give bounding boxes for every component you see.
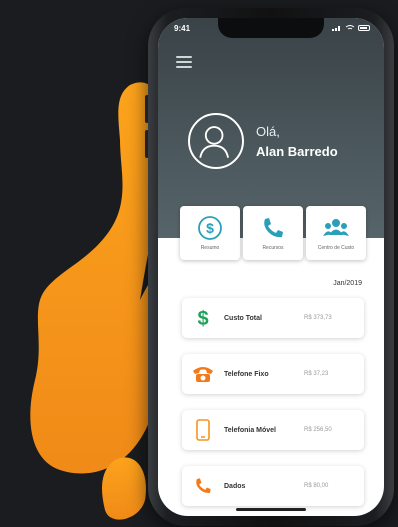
phone-handset-icon [196,478,211,493]
card-label: Telefonia Móvel [224,426,276,434]
phone-device: 9:41 Olá, Alan Barredo $ Resumo Recursos… [148,8,394,526]
phone-icon [264,218,283,238]
landline-phone-icon [193,367,213,382]
mobile-phone-icon [196,419,210,441]
card-value: R$ 37,23 [304,371,329,377]
user-silhouette-icon [199,126,229,158]
svg-text:$: $ [206,220,214,236]
centro-de-custo-button[interactable]: Centro de Custo [306,206,366,260]
recursos-label: Recursos [262,245,284,251]
svg-text:$: $ [197,308,208,328]
dollar-circle-icon: $ [198,216,222,240]
users-group-icon [323,219,349,236]
card-telefonia-movel[interactable]: Telefonia Móvel R$ 256,50 [182,410,364,450]
centro-de-custo-label: Centro de Custo [317,245,355,251]
user-name: Alan Barredo [256,144,338,159]
home-indicator[interactable] [236,508,306,511]
card-value: R$ 373,73 [304,315,332,321]
resumo-label: Resumo [200,245,220,251]
card-label: Custo Total [224,314,262,322]
resumo-button[interactable]: $ Resumo [180,206,240,260]
phone-notch [218,18,324,38]
recursos-button[interactable]: Recursos [243,206,303,260]
quick-actions: $ Resumo Recursos Centro de Custo [180,206,366,260]
card-telefone-fixo[interactable]: Telefone Fixo R$ 37,23 [182,354,364,394]
status-icons [332,25,370,31]
card-custo-total[interactable]: $ Custo Total R$ 373,73 [182,298,364,338]
card-value: R$ 80,00 [304,483,329,489]
wifi-icon [345,25,355,30]
avatar[interactable] [188,113,244,169]
status-time: 9:41 [174,24,191,33]
battery-icon [358,25,370,31]
app-screen: 9:41 Olá, Alan Barredo $ Resumo Recursos… [158,18,384,516]
greeting-text: Olá, [256,124,280,139]
hamburger-menu-icon[interactable] [176,56,192,68]
signal-icon [332,26,340,31]
card-label: Telefone Fixo [224,370,269,378]
cost-cards: $ Custo Total R$ 373,73 Telefone Fixo R$… [182,298,364,516]
period-selector[interactable]: Jan/2019 [333,280,362,287]
dollar-sign-icon: $ [197,308,208,328]
card-dados[interactable]: Dados R$ 80,00 [182,466,364,506]
profile-header: Olá, Alan Barredo [158,18,384,238]
card-label: Dados [224,482,246,490]
card-value: R$ 256,50 [304,427,332,433]
